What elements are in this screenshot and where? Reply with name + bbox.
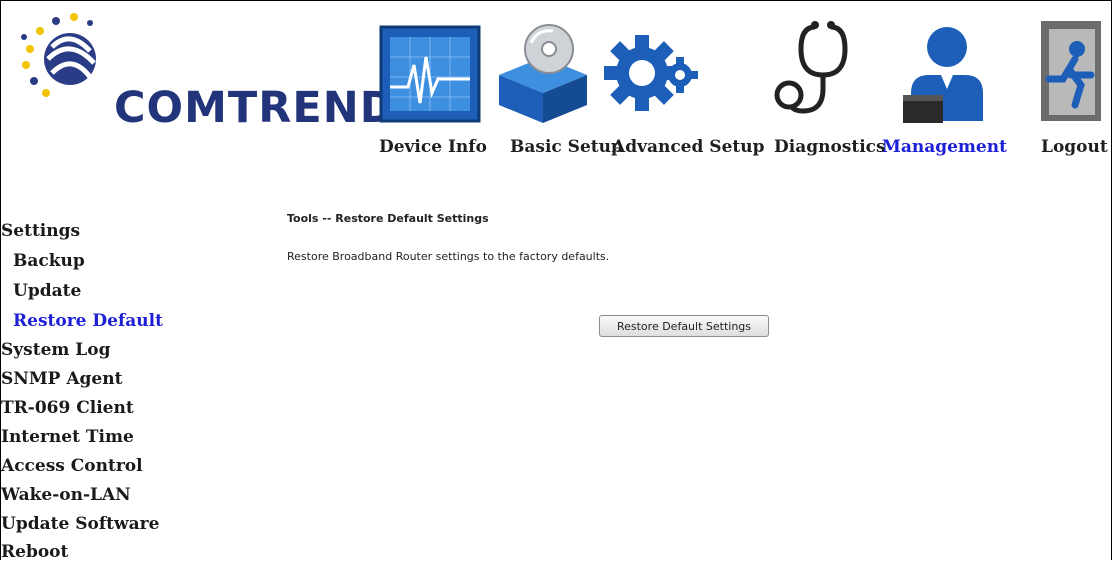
sidebar-item-restore-default[interactable]: Restore Default	[13, 311, 163, 331]
brand-name: COMTREND	[114, 83, 397, 133]
sidebar-item-access-control[interactable]: Access Control	[1, 456, 143, 476]
stethoscope-icon[interactable]	[771, 13, 871, 125]
nav-basic-setup[interactable]: Basic Setup	[510, 137, 623, 157]
sidebar-item-update[interactable]: Update	[13, 281, 81, 301]
exit-door-icon[interactable]	[1029, 13, 1111, 125]
software-box-icon[interactable]	[493, 13, 593, 125]
sidebar-item-update-software[interactable]: Update Software	[1, 514, 159, 534]
gears-icon[interactable]	[598, 13, 698, 125]
nav-management[interactable]: Management	[882, 137, 1007, 157]
sidebar-item-snmp-agent[interactable]: SNMP Agent	[1, 369, 122, 389]
nav-diagnostics[interactable]: Diagnostics	[774, 137, 886, 157]
page-title: Tools -- Restore Default Settings	[287, 212, 489, 225]
page-description: Restore Broadband Router settings to the…	[287, 250, 610, 263]
sidebar-item-internet-time[interactable]: Internet Time	[1, 427, 134, 447]
header: COMTREND Device Info Basic Setup Advance…	[1, 1, 1111, 199]
sidebar-item-wake-on-lan[interactable]: Wake-on-LAN	[1, 485, 131, 505]
sidebar-item-reboot[interactable]: Reboot	[1, 542, 68, 560]
sidebar: Settings Backup Update Restore Default S…	[1, 199, 227, 560]
nav-logout[interactable]: Logout	[1041, 137, 1108, 157]
sidebar-item-tr069-client[interactable]: TR-069 Client	[1, 398, 134, 418]
main-content: Tools -- Restore Default Settings Restor…	[227, 199, 1111, 560]
chart-monitor-icon[interactable]	[378, 13, 492, 125]
restore-default-settings-button[interactable]: Restore Default Settings	[599, 315, 769, 337]
nav-device-info[interactable]: Device Info	[379, 137, 487, 157]
nav-advanced-setup[interactable]: Advanced Setup	[612, 137, 765, 157]
sidebar-item-system-log[interactable]: System Log	[1, 340, 110, 360]
router-admin-window: COMTREND Device Info Basic Setup Advance…	[0, 0, 1112, 560]
sidebar-item-settings[interactable]: Settings	[1, 221, 80, 241]
user-management-icon[interactable]	[889, 13, 989, 125]
sidebar-item-backup[interactable]: Backup	[13, 251, 85, 271]
